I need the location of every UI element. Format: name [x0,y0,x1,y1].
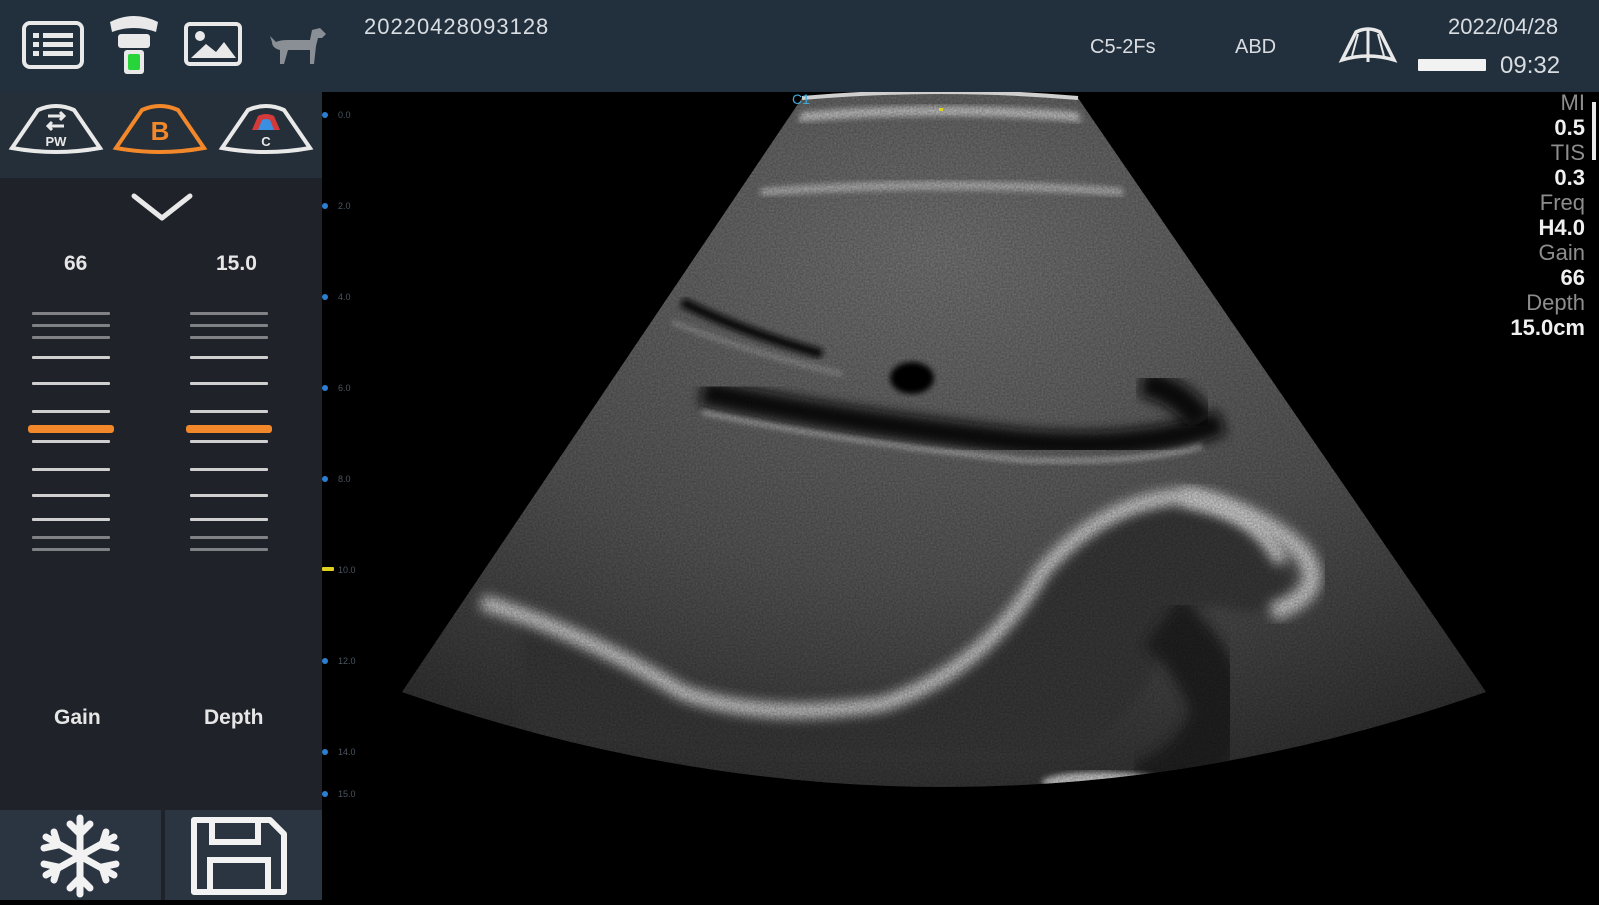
image-parameters: MI 0.5 TIS 0.3 Freq H4.0 Gain 66 Depth 1… [1510,90,1585,340]
freeze-button[interactable] [26,814,134,903]
gain-slider-tick [32,324,110,327]
depth-slider-tick [190,518,268,521]
gain-slider[interactable] [28,312,118,572]
gain-param-label: Gain [1538,240,1585,265]
depth-scale-marker [322,567,334,571]
gain-slider-tick [32,536,110,539]
gain-slider-tick [32,356,110,359]
probe-name[interactable]: C5-2Fs [1090,36,1156,59]
gain-slider-tick [32,440,110,443]
pw-mode-label: PW [46,134,68,149]
divider [161,810,165,900]
depth-scale-label: 0.0 [338,110,351,120]
depth-param-value: 15.0cm [1510,315,1585,340]
depth-scale-label: 15.0 [338,789,356,799]
depth-scale-marker [322,476,328,482]
focus-marker [1592,102,1596,160]
depth-slider[interactable] [186,312,276,572]
depth-slider-tick [190,312,268,315]
depth-scale-label: 2.0 [338,201,351,211]
depth-scale-marker [322,112,328,118]
svg-text:C1: C1 [792,92,810,107]
depth-scale-marker [322,385,328,391]
b-mode-label: B [151,116,170,146]
freq-label: Freq [1539,190,1585,215]
depth-label: Depth [204,706,264,729]
gain-slider-tick [32,312,110,315]
gain-slider-tick [32,382,110,385]
ultrasound-image: C1 [402,90,1486,787]
depth-slider-tick [190,440,268,443]
time: 09:32 [1500,52,1561,79]
preset-name[interactable]: ABD [1235,36,1276,59]
control-panel: PW B C 66 15.0 Gain Depth [0,92,322,900]
depth-scale-marker [322,203,328,209]
depth-scale-label: 4.0 [338,292,351,302]
depth-scale-marker [322,294,328,300]
gain-slider-tick [32,494,110,497]
depth-scale-label: 14.0 [338,747,356,757]
depth-slider-tick [190,324,268,327]
mi-label: MI [1560,90,1585,115]
depth-scale: 0.0 2.0 4.0 6.0 8.0 10.0 12.0 14.0 15.0 [322,92,382,832]
ultrasound-image-area[interactable]: C1 [322,90,1599,900]
c-mode-button[interactable]: C [218,102,314,163]
snowflake-icon [40,814,120,898]
top-bar: 20220428093128 C5-2Fs ABD 2022/04/28 09:… [0,0,1599,92]
depth-scale-marker [322,749,328,755]
b-mode-button[interactable]: B [112,102,208,163]
gain-slider-tick [32,518,110,521]
mi-value: 0.5 [1554,115,1585,140]
depth-scale-label: 8.0 [338,474,351,484]
depth-param-label: Depth [1526,290,1585,315]
save-icon [191,817,287,895]
depth-slider-tick [190,336,268,339]
depth-slider-thumb[interactable] [186,425,272,433]
c-mode-label: C [261,134,271,149]
depth-scale-label: 10.0 [338,565,356,575]
date: 2022/04/28 [1448,14,1559,39]
depth-slider-tick [190,536,268,539]
gain-value: 66 [64,252,88,275]
gain-slider-tick [32,468,110,471]
list-icon[interactable] [22,20,84,75]
probe-icon[interactable] [104,12,164,85]
depth-slider-tick [190,410,268,413]
depth-slider-tick [190,356,268,359]
image-gallery-icon[interactable] [184,22,242,71]
biopsy-guide-icon[interactable] [1338,26,1398,71]
pw-mode-button[interactable]: PW [8,102,104,163]
dog-icon[interactable] [268,26,328,71]
depth-slider-tick [190,548,268,551]
tis-label: TIS [1550,140,1585,165]
freq-value: H4.0 [1538,215,1585,240]
exam-id: 20220428093128 [364,14,550,39]
depth-scale-label: 12.0 [338,656,356,666]
gain-param-value: 66 [1560,265,1585,290]
depth-slider-tick [190,382,268,385]
gain-slider-thumb[interactable] [28,425,114,433]
gain-slider-tick [32,548,110,551]
depth-slider-tick [190,468,268,471]
depth-scale-marker [322,791,328,797]
battery-icon [1418,59,1486,71]
gain-label: Gain [54,706,101,729]
depth-scale-marker [322,658,328,664]
save-button[interactable] [190,816,288,901]
depth-slider-tick [190,494,268,497]
action-bar [0,810,322,900]
gain-slider-tick [32,336,110,339]
chevron-down-icon[interactable] [130,190,194,229]
tis-value: 0.3 [1554,165,1585,190]
depth-scale-label: 6.0 [338,383,351,393]
gain-slider-tick [32,410,110,413]
depth-value: 15.0 [216,252,257,275]
mode-selector: PW B C [0,92,322,178]
